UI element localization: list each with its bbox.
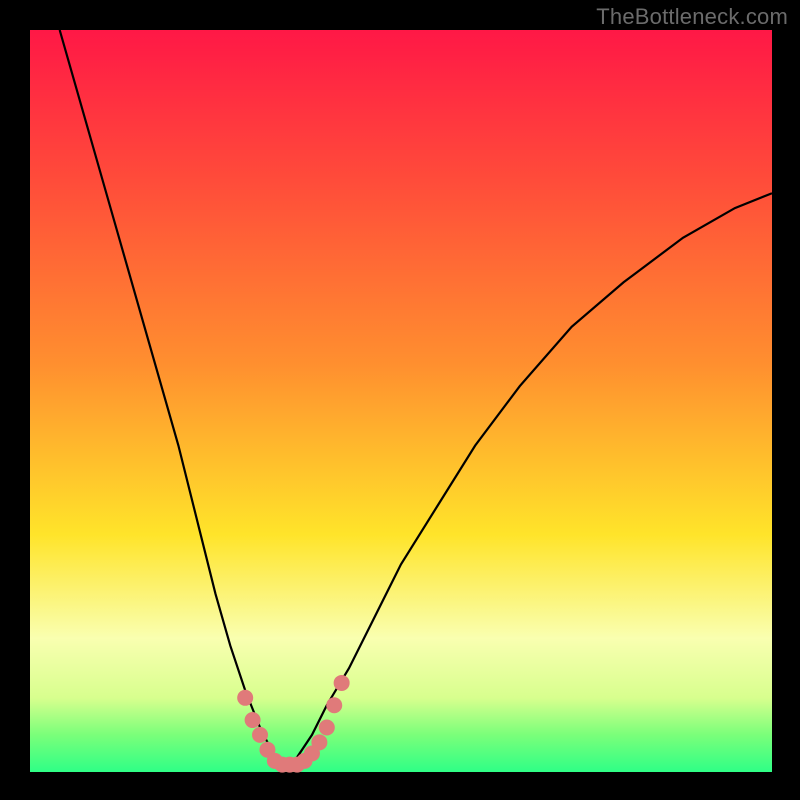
watermark-text: TheBottleneck.com: [596, 4, 788, 30]
valley-marker: [319, 719, 335, 735]
valley-marker: [252, 727, 268, 743]
bottleneck-chart: [0, 0, 800, 800]
valley-marker: [326, 697, 342, 713]
valley-marker: [245, 712, 261, 728]
valley-marker: [237, 690, 253, 706]
valley-marker: [311, 734, 327, 750]
valley-marker: [334, 675, 350, 691]
plot-background: [30, 30, 772, 772]
chart-frame: TheBottleneck.com: [0, 0, 800, 800]
